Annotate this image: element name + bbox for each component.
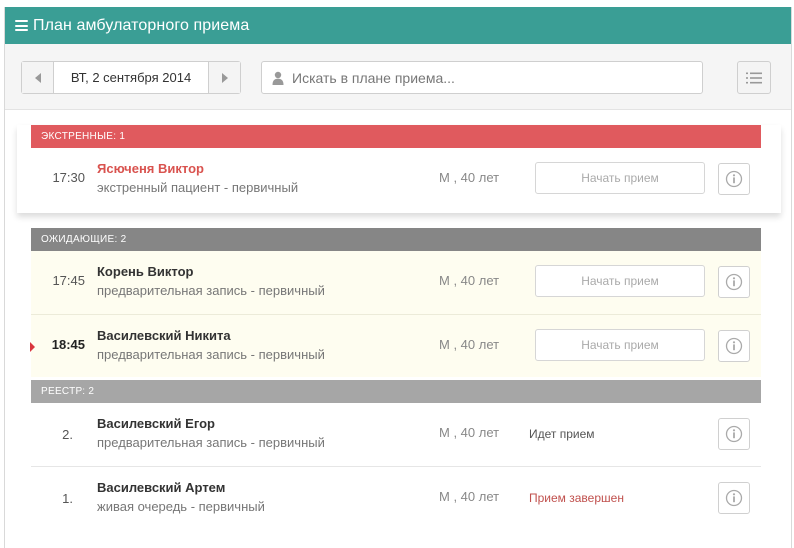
info-button[interactable] xyxy=(718,482,750,514)
list-view-button[interactable] xyxy=(737,61,771,94)
list-icon xyxy=(746,72,762,83)
info-icon xyxy=(725,337,743,355)
date-picker: ВТ, 2 сентября 2014 xyxy=(21,61,241,94)
patient-name[interactable]: Корень Виктор xyxy=(97,264,193,279)
patient-row[interactable]: 2. Василевский Егор предварительная запи… xyxy=(31,403,761,466)
patient-demographics: М , 40 лет xyxy=(439,337,500,352)
patient-row[interactable]: 1. Василевский Артем живая очередь - пер… xyxy=(31,466,761,529)
patient-name[interactable]: Василевский Никита xyxy=(97,328,231,343)
prev-day-button[interactable] xyxy=(22,62,54,93)
info-icon xyxy=(725,170,743,188)
emergency-header: ЭКСТРЕННЫЕ: 1 xyxy=(31,125,761,148)
status-badge: Прием завершен xyxy=(529,491,624,505)
patient-name[interactable]: Василевский Артем xyxy=(97,480,225,495)
toolbar: ВТ, 2 сентября 2014 xyxy=(5,44,791,110)
chevron-right-icon xyxy=(221,72,228,83)
queue-number: 1. xyxy=(62,491,73,506)
patient-row[interactable]: 17:30 Ясюченя Виктор экстренный пациент … xyxy=(31,148,761,211)
hamburger-icon[interactable] xyxy=(15,20,28,31)
info-button[interactable] xyxy=(718,163,750,195)
appointment-type: предварительная запись - первичный xyxy=(97,435,325,450)
current-date[interactable]: ВТ, 2 сентября 2014 xyxy=(54,62,208,93)
info-button[interactable] xyxy=(718,266,750,298)
app-window: План амбулаторного приема ВТ, 2 сентября… xyxy=(4,7,792,548)
appointment-type: живая очередь - первичный xyxy=(97,499,265,514)
patient-row[interactable]: 17:45 Корень Виктор предварительная запи… xyxy=(31,251,761,314)
info-icon xyxy=(725,489,743,507)
patient-name[interactable]: Василевский Егор xyxy=(97,416,215,431)
search-box xyxy=(261,61,703,94)
info-button[interactable] xyxy=(718,330,750,362)
appointment-time: 17:30 xyxy=(52,170,85,185)
start-appointment-button[interactable]: Начать прием xyxy=(535,162,705,194)
patient-name[interactable]: Ясюченя Виктор xyxy=(97,161,204,176)
appointment-time: 18:45 xyxy=(51,337,85,352)
start-appointment-button[interactable]: Начать прием xyxy=(535,329,705,361)
patient-demographics: М , 40 лет xyxy=(439,273,500,288)
info-icon xyxy=(725,425,743,443)
user-icon xyxy=(272,71,284,85)
next-day-button[interactable] xyxy=(208,62,240,93)
waiting-header: ОЖИДАЮЩИЕ: 2 xyxy=(31,228,761,251)
registry-header: РЕЕСТР: 2 xyxy=(31,380,761,403)
patient-row[interactable]: 18:45 Василевский Никита предварительная… xyxy=(30,314,761,377)
title-bar: План амбулаторного приема xyxy=(5,7,791,44)
chevron-left-icon xyxy=(34,72,41,83)
info-icon xyxy=(725,273,743,291)
waiting-section: ОЖИДАЮЩИЕ: 2 17:45 Корень Виктор предвар… xyxy=(30,228,761,377)
info-button[interactable] xyxy=(718,418,750,450)
emergency-section: ЭКСТРЕННЫЕ: 1 17:30 Ясюченя Виктор экстр… xyxy=(31,125,761,211)
status-badge: Идет прием xyxy=(529,427,595,441)
start-appointment-button[interactable]: Начать прием xyxy=(535,265,705,297)
page-title: План амбулаторного приема xyxy=(33,16,250,34)
appointment-type: экстренный пациент - первичный xyxy=(97,180,299,195)
queue-number: 2. xyxy=(62,427,73,442)
patient-demographics: М , 40 лет xyxy=(439,425,500,440)
registry-section: РЕЕСТР: 2 2. Василевский Егор предварите… xyxy=(31,380,761,529)
appointment-type: предварительная запись - первичный xyxy=(97,283,325,298)
patient-demographics: М , 40 лет xyxy=(439,170,500,185)
search-input[interactable] xyxy=(292,69,682,86)
appointment-time: 17:45 xyxy=(52,273,85,288)
patient-demographics: М , 40 лет xyxy=(439,489,500,504)
appointment-type: предварительная запись - первичный xyxy=(97,347,325,362)
